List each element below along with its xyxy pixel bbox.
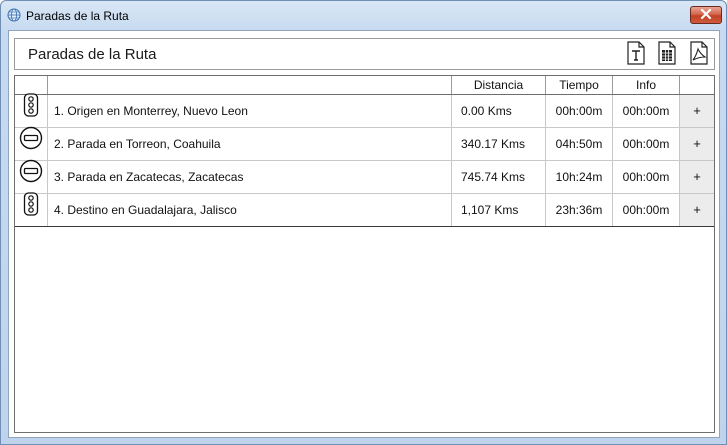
spreadsheet-document-icon <box>657 40 677 70</box>
expand-stop-button[interactable]: + <box>680 128 714 160</box>
export-text-button[interactable] <box>623 40 648 70</box>
header-panel: Paradas de la Ruta <box>14 38 715 70</box>
text-document-icon <box>626 40 646 70</box>
stop-info: 00h:00m <box>613 161 680 193</box>
close-button[interactable] <box>690 6 722 24</box>
column-header-icon <box>15 76 48 94</box>
export-pdf-button[interactable] <box>686 40 711 70</box>
table-row[interactable]: 1. Origen en Monterrey, Nuevo Leon 0.00 … <box>15 93 714 129</box>
title-bar[interactable]: Paradas de la Ruta <box>1 1 726 29</box>
stop-time: 10h:24m <box>546 161 613 193</box>
route-stops-window: Paradas de la Ruta Paradas de la Ruta Di… <box>0 0 727 445</box>
close-icon <box>700 6 712 24</box>
stop-distance: 1,107 Kms <box>452 194 546 226</box>
window-content: Paradas de la Ruta Distancia Tiempo Info… <box>8 30 720 438</box>
stop-distance: 340.17 Kms <box>452 128 546 160</box>
stop-time: 04h:50m <box>546 128 613 160</box>
column-header-name <box>48 76 452 94</box>
stop-info: 00h:00m <box>613 95 680 127</box>
stop-distance: 745.74 Kms <box>452 161 546 193</box>
stop-sign-icon <box>19 159 43 195</box>
table-row[interactable]: 2. Parada en Torreon, Coahuila 340.17 Km… <box>15 126 714 162</box>
column-header-action <box>680 76 714 94</box>
table-header: Distancia Tiempo Info <box>15 76 714 95</box>
page-title: Paradas de la Ruta <box>28 46 157 63</box>
export-spreadsheet-button[interactable] <box>654 40 679 70</box>
stop-distance: 0.00 Kms <box>452 95 546 127</box>
stops-table: Distancia Tiempo Info 1. Origen en Monte… <box>14 75 715 433</box>
table-row[interactable]: 4. Destino en Guadalajara, Jalisco 1,107… <box>15 192 714 228</box>
stop-info: 00h:00m <box>613 128 680 160</box>
stop-time: 00h:00m <box>546 95 613 127</box>
stop-info: 00h:00m <box>613 194 680 226</box>
stop-name: 2. Parada en Torreon, Coahuila <box>48 128 452 160</box>
column-header-info[interactable]: Info <box>613 76 680 94</box>
stop-name: 4. Destino en Guadalajara, Jalisco <box>48 194 452 226</box>
stop-name: 1. Origen en Monterrey, Nuevo Leon <box>48 95 452 127</box>
table-row[interactable]: 3. Parada en Zacatecas, Zacatecas 745.74… <box>15 159 714 195</box>
window-title: Paradas de la Ruta <box>26 9 129 23</box>
expand-stop-button[interactable]: + <box>680 161 714 193</box>
stop-time: 23h:36m <box>546 194 613 226</box>
column-header-time[interactable]: Tiempo <box>546 76 613 94</box>
traffic-light-icon <box>23 192 39 228</box>
globe-icon <box>7 8 21 22</box>
pdf-document-icon <box>689 40 709 70</box>
expand-stop-button[interactable]: + <box>680 194 714 226</box>
column-header-distance[interactable]: Distancia <box>452 76 546 94</box>
expand-stop-button[interactable]: + <box>680 95 714 127</box>
stop-name: 3. Parada en Zacatecas, Zacatecas <box>48 161 452 193</box>
stop-sign-icon <box>19 126 43 162</box>
traffic-light-icon <box>23 93 39 129</box>
